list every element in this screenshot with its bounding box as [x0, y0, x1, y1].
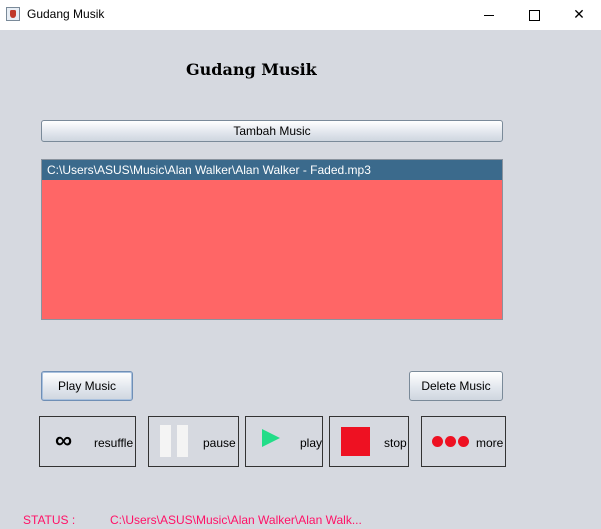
- play-button[interactable]: play: [245, 416, 323, 467]
- window-title: Gudang Musik: [27, 7, 105, 21]
- infinity-icon: ∞: [55, 427, 73, 454]
- minimize-icon: [484, 14, 494, 16]
- play-label: play: [300, 436, 323, 450]
- pause-icon: [160, 425, 188, 457]
- maximize-icon: [528, 9, 540, 21]
- close-icon: ✕: [573, 7, 585, 23]
- more-label: more: [476, 436, 504, 450]
- close-button[interactable]: ✕: [556, 0, 601, 30]
- pause-label: pause: [203, 436, 236, 450]
- more-button[interactable]: more: [421, 416, 506, 467]
- page-title: Gudang Musik: [186, 60, 317, 79]
- maximize-button[interactable]: [511, 0, 557, 30]
- stop-icon: [341, 427, 370, 456]
- stop-button[interactable]: stop: [329, 416, 409, 467]
- play-music-button[interactable]: Play Music: [41, 371, 133, 401]
- status-value: C:\Users\ASUS\Music\Alan Walker\Alan Wal…: [110, 513, 362, 527]
- add-music-button[interactable]: Tambah Music: [41, 120, 503, 142]
- status-label: STATUS :: [23, 513, 76, 527]
- java-app-icon: [6, 7, 20, 21]
- playlist[interactable]: C:\Users\ASUS\Music\Alan Walker\Alan Wal…: [41, 159, 503, 320]
- resuffle-button[interactable]: ∞ resuffle: [39, 416, 136, 467]
- list-item[interactable]: C:\Users\ASUS\Music\Alan Walker\Alan Wal…: [42, 160, 502, 180]
- play-icon: [262, 429, 280, 447]
- title-bar: Gudang Musik ✕: [0, 0, 601, 30]
- more-icon: [432, 436, 470, 448]
- resuffle-label: resuffle: [94, 436, 134, 450]
- pause-button[interactable]: pause: [148, 416, 239, 467]
- minimize-button[interactable]: [466, 0, 512, 30]
- delete-music-button[interactable]: Delete Music: [409, 371, 503, 401]
- stop-label: stop: [384, 436, 407, 450]
